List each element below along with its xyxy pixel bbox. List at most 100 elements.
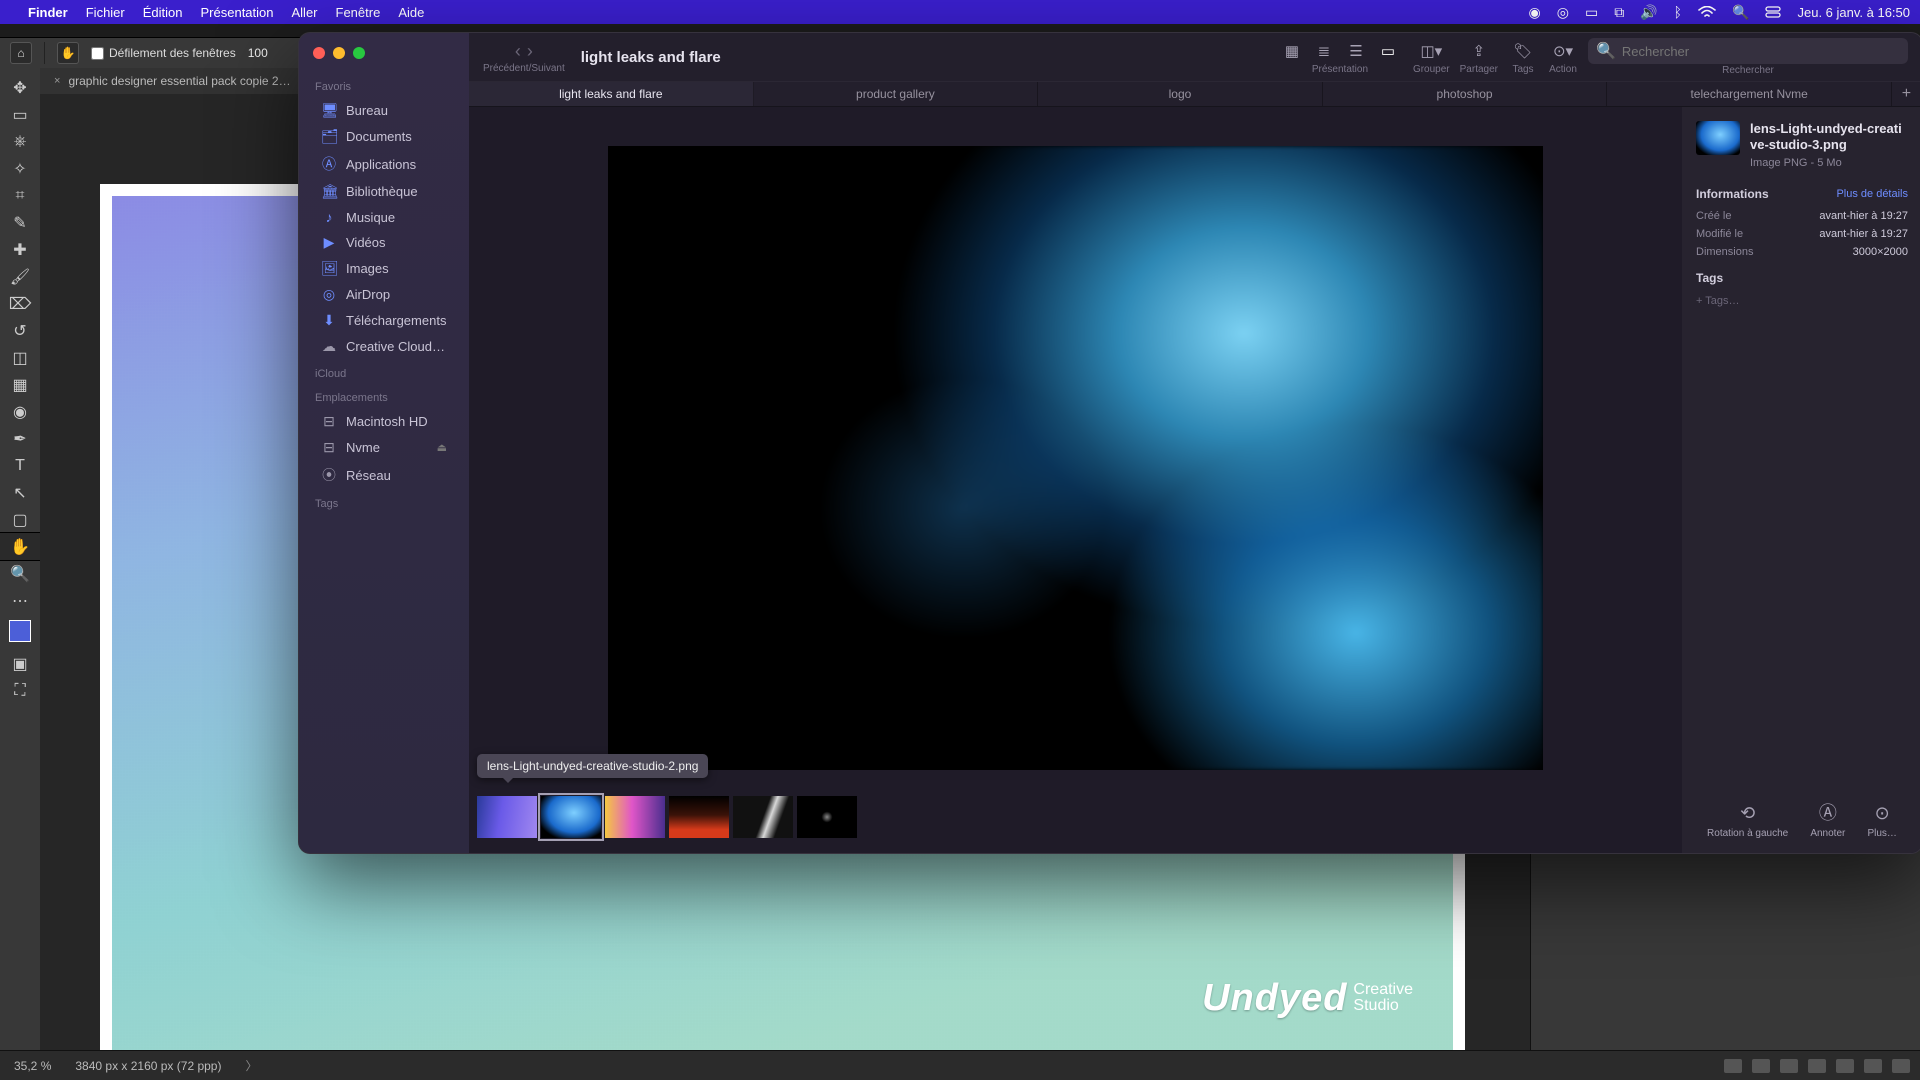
- ps-tool-hand[interactable]: ✋: [0, 533, 40, 560]
- ps-status-icon[interactable]: [1752, 1059, 1770, 1073]
- finder-search-field[interactable]: 🔍: [1588, 38, 1908, 64]
- statusbar-wifi-icon[interactable]: [1698, 6, 1716, 18]
- ps-screenmode[interactable]: ⛶: [0, 677, 40, 704]
- ps-status-zoom[interactable]: 35,2 %: [14, 1059, 51, 1073]
- thumbnail-6[interactable]: [797, 796, 857, 838]
- sidebar-item-documents[interactable]: 🗂Documents: [305, 124, 463, 149]
- sidebar-item-images[interactable]: 🖼Images: [305, 256, 463, 281]
- eject-icon[interactable]: ⏏: [437, 441, 447, 454]
- action-button[interactable]: ⊙▾: [1548, 39, 1578, 63]
- ps-tool-crop[interactable]: ⌗: [0, 182, 40, 209]
- group-button[interactable]: ◫▾: [1416, 39, 1446, 63]
- ps-tool-eyedropper[interactable]: ✎: [0, 209, 40, 236]
- thumbnail-4[interactable]: [669, 796, 729, 838]
- menu-presentation[interactable]: Présentation: [201, 5, 274, 20]
- ps-tool-marquee[interactable]: ▭: [0, 101, 40, 128]
- view-columns-button[interactable]: ☰: [1341, 39, 1371, 63]
- annotate-button[interactable]: ⒶAnnoter: [1810, 803, 1845, 839]
- tab-light-leaks[interactable]: light leaks and flare: [469, 82, 754, 106]
- ps-home-button[interactable]: ⌂: [10, 42, 32, 64]
- ps-tool-more[interactable]: ⋯: [0, 587, 40, 614]
- ps-tool-type[interactable]: T: [0, 452, 40, 479]
- menu-aller[interactable]: Aller: [292, 5, 318, 20]
- window-minimize-button[interactable]: [333, 47, 345, 59]
- thumbnail-2[interactable]: [541, 796, 601, 838]
- more-details-link[interactable]: Plus de détails: [1836, 188, 1908, 200]
- tab-photoshop[interactable]: photoshop: [1323, 82, 1608, 106]
- ps-tool-eraser[interactable]: ◫: [0, 344, 40, 371]
- share-button[interactable]: ⇪: [1464, 39, 1494, 63]
- view-gallery-button[interactable]: ▭: [1373, 39, 1403, 63]
- thumbnail-3[interactable]: [605, 796, 665, 838]
- window-close-button[interactable]: [313, 47, 325, 59]
- gallery-preview-image[interactable]: [608, 146, 1543, 770]
- ps-tool-path[interactable]: ↖: [0, 479, 40, 506]
- menu-fenetre[interactable]: Fenêtre: [336, 5, 381, 20]
- ps-tool-pen[interactable]: ✒: [0, 425, 40, 452]
- ps-status-icon[interactable]: [1836, 1059, 1854, 1073]
- ps-tool-heal[interactable]: ✚: [0, 236, 40, 263]
- ps-color-swatch[interactable]: [9, 620, 31, 642]
- tab-product-gallery[interactable]: product gallery: [754, 82, 1039, 106]
- ps-tool-stamp[interactable]: ⌦: [0, 290, 40, 317]
- sidebar-item-telechargements[interactable]: ⬇Téléchargements: [305, 308, 463, 333]
- ps-tool-wand[interactable]: ✧: [0, 155, 40, 182]
- search-input[interactable]: [1622, 44, 1900, 59]
- ps-tool-lasso[interactable]: ⎈: [0, 128, 40, 155]
- ps-status-icon[interactable]: [1808, 1059, 1826, 1073]
- app-name[interactable]: Finder: [28, 5, 68, 20]
- ps-tool-zoom[interactable]: 🔍: [0, 560, 40, 587]
- nav-back-button[interactable]: ‹: [515, 41, 521, 62]
- statusbar-display-icon[interactable]: ⧉: [1614, 4, 1624, 21]
- ps-hand-tool-indicator[interactable]: ✋: [57, 42, 79, 64]
- tab-add-button[interactable]: +: [1892, 82, 1920, 106]
- menu-fichier[interactable]: Fichier: [86, 5, 125, 20]
- sidebar-item-reseau[interactable]: ⦿Réseau: [305, 461, 463, 489]
- ps-tool-history[interactable]: ↺: [0, 317, 40, 344]
- statusbar-focus-icon[interactable]: ◎: [1557, 4, 1569, 21]
- sidebar-item-nvme[interactable]: ⊟Nvme⏏: [305, 435, 463, 460]
- sidebar-item-bureau[interactable]: 🖥Bureau: [305, 98, 463, 123]
- view-icons-button[interactable]: ▦: [1277, 39, 1307, 63]
- sidebar-item-airdrop[interactable]: ◎AirDrop: [305, 282, 463, 307]
- ps-status-icon[interactable]: [1724, 1059, 1742, 1073]
- ps-tool-brush[interactable]: 🖌: [0, 263, 40, 290]
- more-actions-button[interactable]: ⊙Plus…: [1867, 803, 1896, 839]
- statusbar-datetime[interactable]: Jeu. 6 janv. à 16:50: [1797, 5, 1910, 20]
- ps-tool-move[interactable]: ✥: [0, 74, 40, 101]
- ps-tool-gradient[interactable]: ▦: [0, 371, 40, 398]
- ps-filetab[interactable]: × graphic designer essential pack copie …: [40, 68, 306, 94]
- add-tags-button[interactable]: + Tags…: [1696, 295, 1908, 307]
- ps-status-icon[interactable]: [1892, 1059, 1910, 1073]
- menu-edition[interactable]: Édition: [143, 5, 183, 20]
- nav-forward-button[interactable]: ›: [527, 41, 533, 62]
- ps-quickmask[interactable]: ▣: [0, 650, 40, 677]
- ps-zoom-value[interactable]: 100: [248, 46, 268, 60]
- rotate-left-button[interactable]: ⟲Rotation à gauche: [1707, 803, 1788, 839]
- tags-button[interactable]: 🏷: [1508, 39, 1538, 63]
- thumbnail-1[interactable]: [477, 796, 537, 838]
- statusbar-bluetooth-icon[interactable]: ᛒ: [1674, 4, 1682, 20]
- ps-scroll-windows-checkbox[interactable]: Défilement des fenêtres: [91, 46, 236, 60]
- ps-tool-shape[interactable]: ▢: [0, 506, 40, 533]
- view-list-button[interactable]: ≣: [1309, 39, 1339, 63]
- ps-status-icon[interactable]: [1864, 1059, 1882, 1073]
- sidebar-item-bibliotheque[interactable]: 🏛Bibliothèque: [305, 179, 463, 204]
- statusbar-spotlight-icon[interactable]: 🔍: [1732, 4, 1749, 21]
- thumbnail-5[interactable]: [733, 796, 793, 838]
- sidebar-item-creative-cloud[interactable]: ☁Creative Cloud…: [305, 334, 463, 359]
- sidebar-item-videos[interactable]: ▶Vidéos: [305, 230, 463, 255]
- statusbar-volume-icon[interactable]: 🔊: [1640, 4, 1657, 21]
- ps-status-icon[interactable]: [1780, 1059, 1798, 1073]
- sidebar-item-macintosh-hd[interactable]: ⊟Macintosh HD: [305, 409, 463, 434]
- window-maximize-button[interactable]: [353, 47, 365, 59]
- sidebar-item-applications[interactable]: ⒶApplications: [305, 150, 463, 178]
- close-icon[interactable]: ×: [54, 75, 60, 87]
- statusbar-cc-icon[interactable]: ◉: [1529, 4, 1541, 21]
- ps-tool-blur[interactable]: ◉: [0, 398, 40, 425]
- tab-logo[interactable]: logo: [1038, 82, 1323, 106]
- statusbar-control-center-icon[interactable]: [1765, 6, 1781, 18]
- menu-aide[interactable]: Aide: [398, 5, 424, 20]
- tab-telechargement[interactable]: telechargement Nvme: [1607, 82, 1892, 106]
- sidebar-item-musique[interactable]: ♪Musique: [305, 205, 463, 229]
